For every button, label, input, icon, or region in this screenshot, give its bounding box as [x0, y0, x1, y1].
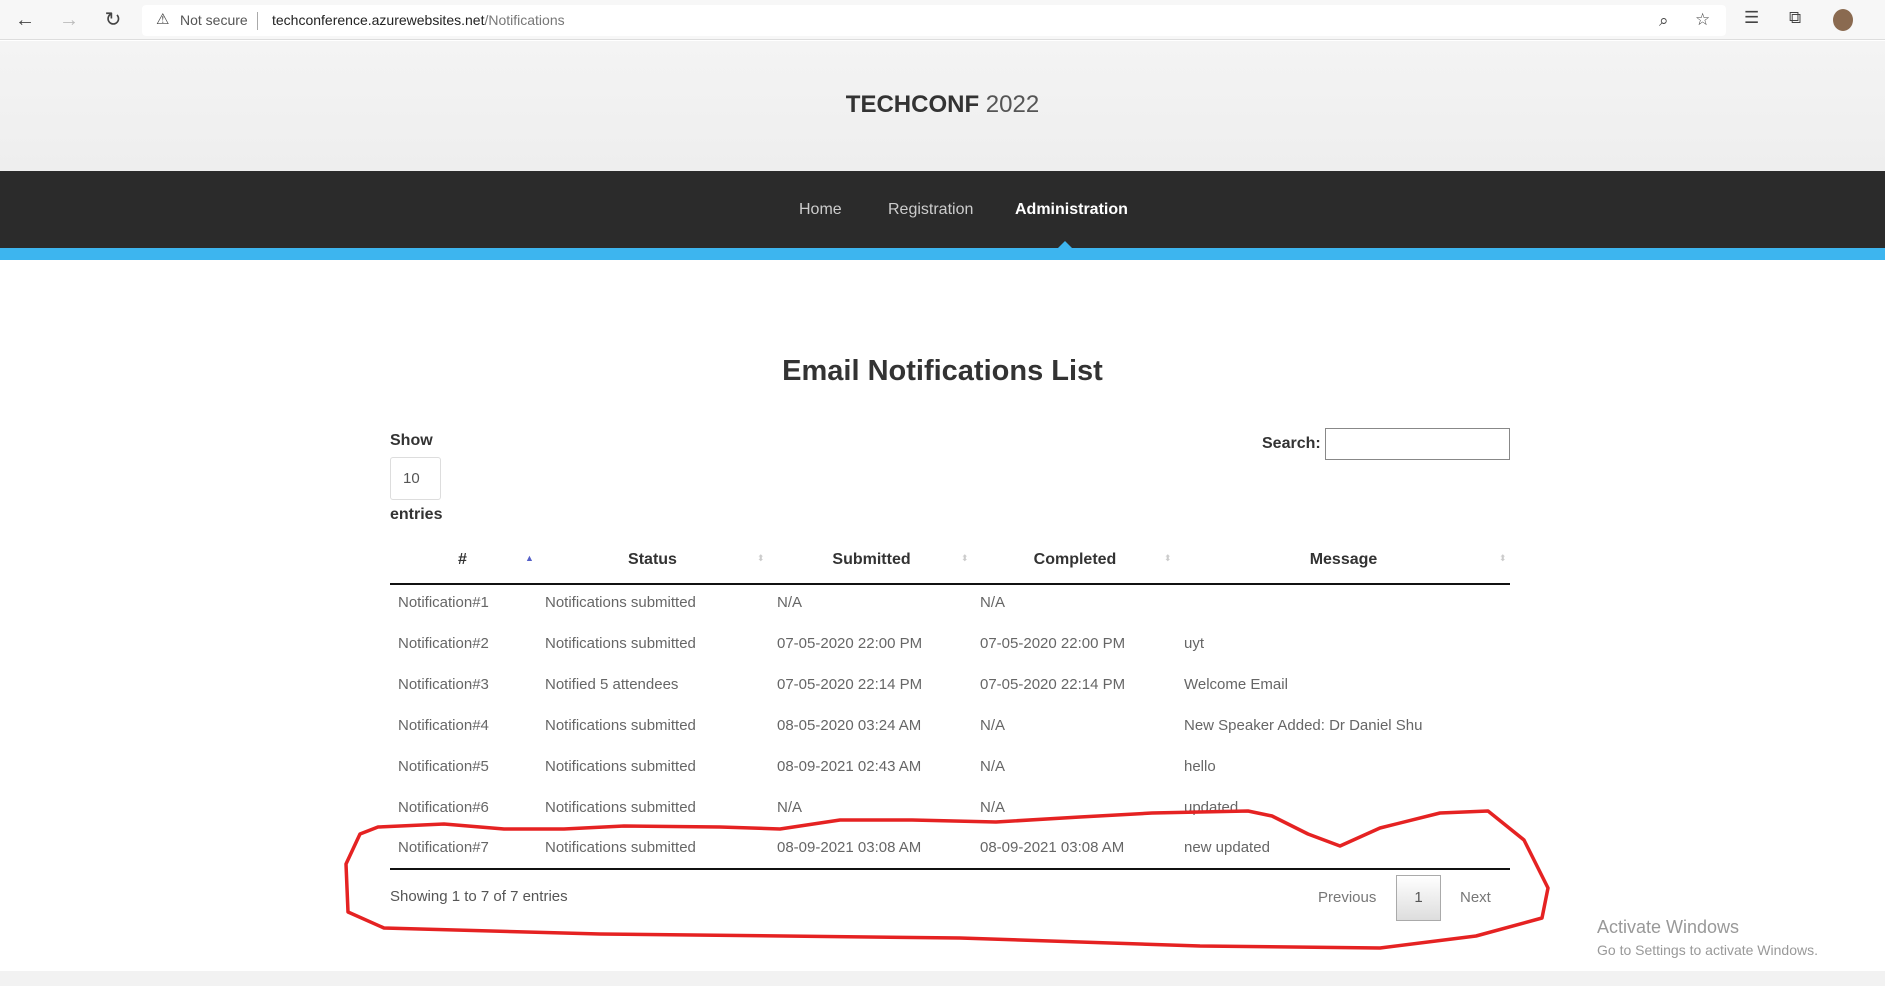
activate-windows-subtitle: Go to Settings to activate Windows. [1597, 942, 1818, 958]
page-footer [0, 971, 1885, 986]
activate-windows-title: Activate Windows [1597, 917, 1740, 937]
red-annotation-circle [344, 809, 1550, 950]
